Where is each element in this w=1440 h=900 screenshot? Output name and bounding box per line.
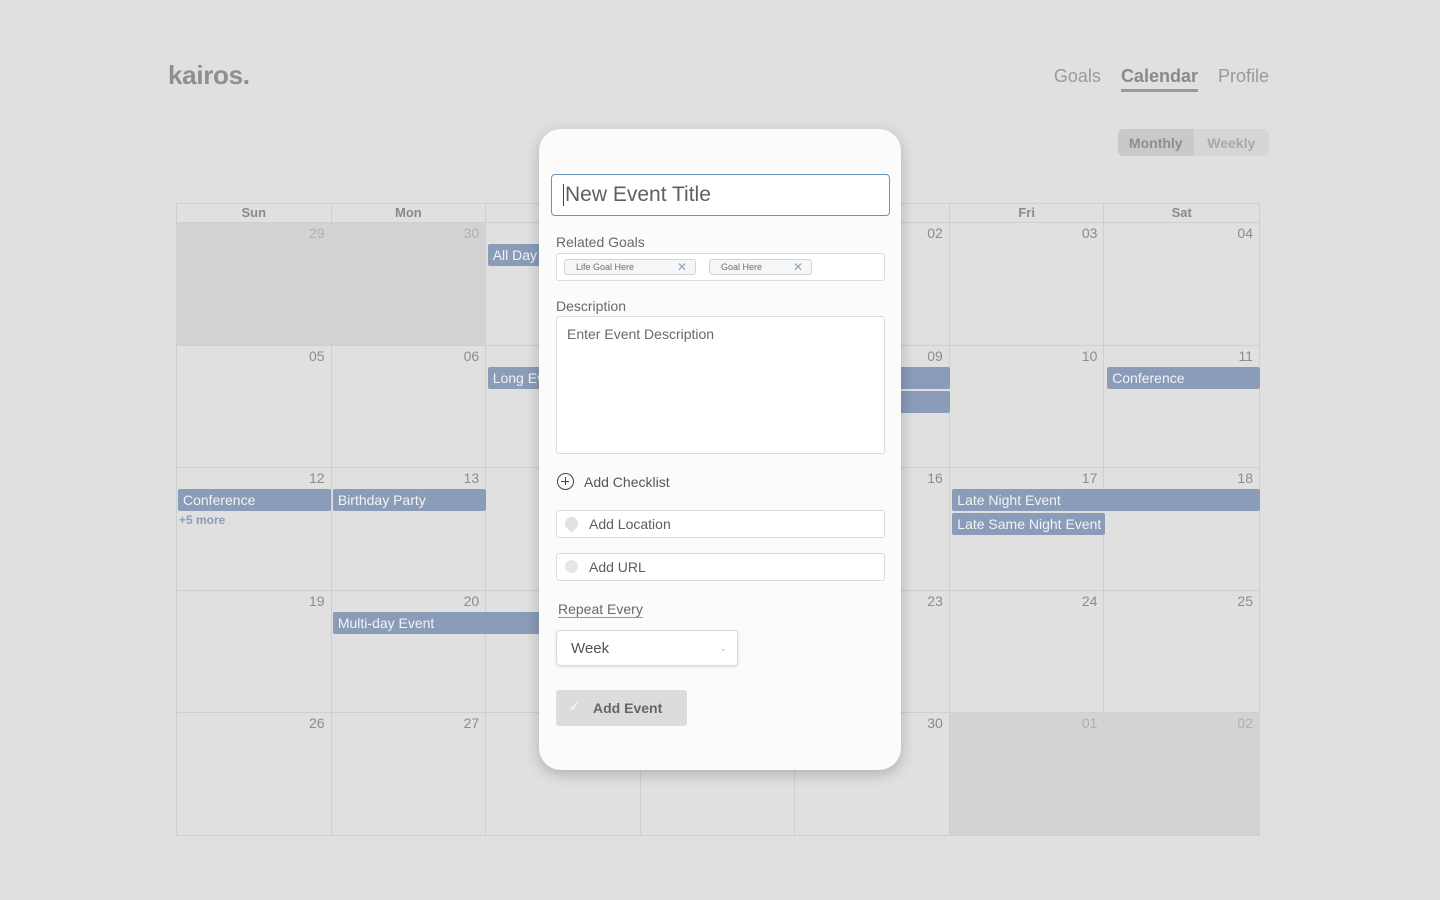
day-cell[interactable]: 11 (1104, 346, 1259, 469)
day-number: 25 (1237, 592, 1253, 609)
monthly-view-button[interactable]: Monthly (1118, 129, 1194, 156)
day-cell[interactable]: 18 (1104, 468, 1259, 591)
calendar-event[interactable]: Late Night Event (952, 489, 1260, 512)
day-cell[interactable]: 12 (177, 468, 332, 591)
day-cell[interactable]: 05 (177, 345, 332, 469)
description-placeholder: Enter Event Description (567, 326, 715, 342)
location-input[interactable]: Add Location (556, 510, 885, 538)
day-cell[interactable]: 20 (331, 590, 487, 714)
repeat-selected-value: Week (571, 639, 610, 657)
day-cell[interactable]: 06 (331, 345, 487, 469)
calendar-event[interactable]: Late Same Night Event (952, 513, 1106, 536)
day-number: 26 (308, 715, 325, 732)
day-number: 02 (927, 225, 943, 241)
event-title-placeholder: New Event Title (565, 183, 711, 206)
text-caret (563, 184, 564, 206)
day-number: 18 (1237, 470, 1253, 487)
goal-chip: Life Goal Here ✕ (564, 259, 696, 275)
weekday-label: Mon (332, 204, 487, 222)
day-number: 27 (463, 715, 480, 732)
day-cell[interactable]: 03 (949, 223, 1105, 346)
day-number: 16 (927, 470, 943, 487)
day-cell[interactable]: 13 (331, 468, 487, 591)
weekday-label: Sat (1171, 205, 1192, 220)
day-cell[interactable]: 02 (1104, 713, 1259, 836)
location-placeholder: Add Location (589, 516, 671, 532)
add-event-label: Add Event (593, 700, 663, 716)
main-nav: Goals Calendar Profile (1054, 66, 1269, 92)
day-number: 11 (1238, 347, 1253, 364)
day-cell[interactable]: 25 (1104, 591, 1259, 714)
nav-goals[interactable]: Goals (1054, 66, 1101, 92)
goal-chip-label: Goal Here (721, 262, 763, 272)
goal-chip: Goal Here ✕ (709, 259, 812, 275)
day-number: 05 (308, 347, 325, 364)
weekday-label: Fri (950, 204, 1105, 222)
calendar-event[interactable]: Birthday Party (332, 489, 486, 512)
nav-profile[interactable]: Profile (1218, 66, 1269, 92)
remove-goal-icon[interactable]: ✕ (793, 260, 803, 274)
repeat-select[interactable]: Week ⌄ (556, 630, 738, 666)
day-number: 29 (308, 225, 325, 241)
calendar-event[interactable]: Conference (178, 489, 331, 512)
calendar-event[interactable]: Conference (1107, 366, 1260, 389)
chevron-down-icon: ⌄ (719, 643, 727, 653)
add-checklist-label: Add Checklist (584, 473, 670, 490)
weekly-view-button[interactable]: Weekly (1194, 129, 1270, 156)
day-cell[interactable]: 04 (1104, 223, 1259, 346)
more-events-link[interactable]: +5 more (179, 513, 225, 527)
url-placeholder: Add URL (589, 559, 646, 575)
day-number: 01 (1081, 715, 1098, 732)
day-cell[interactable]: 10 (949, 345, 1105, 469)
view-toggle: Monthly Weekly (1118, 129, 1269, 156)
day-cell[interactable]: 29 (177, 223, 332, 346)
day-cell[interactable]: 26 (177, 713, 332, 836)
add-event-button[interactable]: ✓ Add Event (556, 690, 687, 726)
day-number: 04 (1237, 225, 1253, 241)
day-number: 02 (1237, 715, 1253, 732)
remove-goal-icon[interactable]: ✕ (677, 260, 687, 274)
new-event-modal: New Event Title Related Goals Life Goal … (539, 129, 901, 770)
day-number: 20 (463, 592, 480, 609)
goal-chip-label: Life Goal Here (576, 262, 635, 272)
day-number: 09 (927, 347, 943, 364)
day-number: 24 (1081, 592, 1098, 609)
app-logo[interactable]: kairos. (168, 60, 250, 91)
add-checklist-button[interactable]: Add Checklist (557, 473, 670, 490)
description-textarea[interactable]: Enter Event Description (556, 316, 885, 454)
related-goals-label: Related Goals (556, 234, 645, 250)
day-number: 06 (463, 347, 480, 364)
day-number: 23 (927, 592, 943, 609)
day-cell[interactable]: 30 (331, 223, 487, 346)
nav-calendar[interactable]: Calendar (1120, 66, 1198, 92)
day-cell[interactable]: 27 (331, 713, 487, 836)
location-pin-icon (562, 514, 581, 533)
day-number: 03 (1081, 225, 1098, 241)
globe-icon (565, 560, 578, 573)
day-number: 10 (1081, 347, 1098, 364)
url-input[interactable]: Add URL (556, 553, 885, 581)
day-cell[interactable]: 24 (949, 590, 1105, 714)
plus-circle-icon (557, 473, 574, 490)
day-cell[interactable]: 19 (177, 590, 332, 714)
weekday-label: Sun (177, 204, 332, 222)
day-number: 30 (463, 225, 480, 241)
related-goals-input[interactable]: Life Goal Here ✕ Goal Here ✕ (556, 253, 885, 281)
day-number: 12 (308, 470, 325, 487)
day-cell[interactable]: 01 (949, 713, 1105, 836)
repeat-every-label: Repeat Every (558, 601, 643, 617)
day-number: 19 (308, 592, 325, 609)
day-number: 13 (463, 470, 480, 487)
event-title-input[interactable]: New Event Title (551, 174, 890, 216)
day-number: 30 (927, 715, 943, 732)
check-icon: ✓ (569, 699, 580, 714)
day-number: 17 (1081, 470, 1098, 487)
description-label: Description (556, 298, 627, 314)
